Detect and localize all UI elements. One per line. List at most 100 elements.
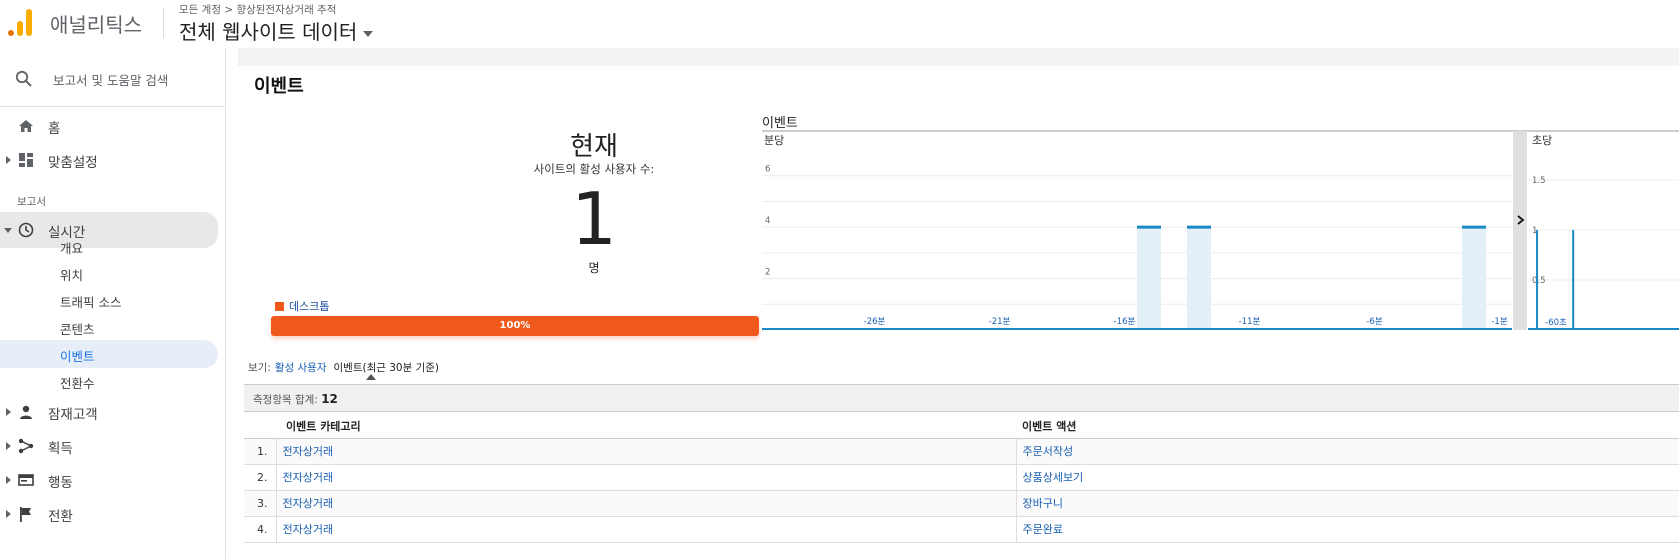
header-divider	[163, 8, 164, 38]
events-chart-svg: 분당246-26분 -21분 -16분 -11분 -6분 -1분초당0.511.5-60초	[762, 130, 1679, 330]
main-content: 이벤트 현재 사이트의 활성 사용자 수: 1 명 데스크톱 100% 분당 2 4…	[238, 48, 1679, 559]
sidebar-item-label: 획득	[48, 441, 73, 457]
row-category-link[interactable]: 전자상거래	[283, 471, 334, 484]
view-selector[interactable]: 전체 웹사이트 데이터	[179, 16, 374, 45]
sidebar-item-home[interactable]: 홈	[0, 112, 218, 140]
acquisition-icon	[18, 438, 34, 454]
view-prefix: 보기:	[248, 362, 271, 374]
row-category-link[interactable]: 전자상거래	[283, 497, 334, 510]
report-panel: 이벤트 현재 사이트의 활성 사용자 수: 1 명 데스크톱 100% 분당 2 4…	[238, 66, 1679, 559]
row-action-link[interactable]: 주문완료	[1023, 523, 1063, 536]
x-tick-label: -1분	[1491, 317, 1507, 327]
sidebar-item-behavior[interactable]: 행동	[0, 466, 218, 494]
event-bar-top	[1462, 225, 1486, 229]
events-table: 이벤트 카테고리 이벤트 액션 1. 전자상거래 주문서작성 2. 전자상거래 …	[244, 414, 1679, 543]
row-category-link[interactable]: 전자상거래	[283, 445, 334, 458]
chevron-right-icon	[6, 156, 11, 164]
sidebar-subitem-content[interactable]: 콘텐츠	[0, 313, 218, 341]
sidebar-subitem-label: 트래픽 소스	[60, 295, 122, 310]
legend-swatch	[275, 302, 284, 311]
sidebar: 보고서 및 도움말 검색 홈 맞춤설정 보고서 실시간 개요 위치 트래픽 소스…	[0, 48, 226, 559]
sidebar-item-audience[interactable]: 잠재고객	[0, 398, 218, 426]
chevron-right-icon	[6, 476, 11, 484]
sidebar-item-label: 행동	[48, 475, 73, 491]
total-label: 측정항목 합계:	[253, 394, 318, 406]
x-tick-label: -11분	[1239, 317, 1261, 327]
chart-subtitle-minute: 분당	[764, 134, 784, 147]
chart-title: 이벤트	[762, 116, 798, 131]
chevron-right-icon	[6, 442, 11, 450]
view-events-current[interactable]: 이벤트(최근 30분 기준)	[334, 362, 440, 374]
x-tick-label: -16분	[1114, 317, 1136, 327]
active-users-count: 1	[571, 177, 617, 261]
sidebar-subitem-events[interactable]: 이벤트	[0, 340, 218, 368]
event-bar-top	[1137, 225, 1161, 229]
table-row: 1. 전자상거래 주문서작성	[244, 438, 1679, 465]
now-title: 현재	[570, 132, 618, 162]
event-bar	[1187, 227, 1211, 330]
view-active-users-link[interactable]: 활성 사용자	[275, 362, 327, 374]
row-action-link[interactable]: 상품상세보기	[1023, 471, 1084, 484]
x-tick-label: -21분	[989, 317, 1011, 327]
sidebar-subitem-overview[interactable]: 개요	[0, 232, 218, 260]
x-tick-label: -60초	[1545, 318, 1567, 328]
event-bar	[1137, 227, 1161, 330]
metric-total-bar: 측정항목 합계: 12	[244, 384, 1679, 412]
y-tick-label: 2	[765, 268, 770, 278]
table-header-row: 이벤트 카테고리 이벤트 액션	[244, 414, 1679, 439]
sidebar-subitem-label: 개요	[60, 241, 84, 256]
active-users-unit: 명	[588, 261, 600, 275]
y-tick-label: 1.5	[1532, 176, 1546, 186]
chevron-down-icon	[363, 30, 374, 37]
row-category-cell: 전자상거래	[276, 490, 1017, 517]
row-index: 3.	[244, 490, 277, 517]
sidebar-search[interactable]: 보고서 및 도움말 검색	[0, 48, 226, 107]
x-tick-label: -6분	[1366, 317, 1382, 327]
x-tick-label: -26분	[864, 317, 886, 327]
row-index: 1.	[244, 438, 277, 465]
table-header-action[interactable]: 이벤트 액션	[1016, 414, 1679, 439]
behavior-icon	[18, 474, 34, 486]
sidebar-subitem-locations[interactable]: 위치	[0, 259, 218, 287]
total-value: 12	[321, 392, 338, 406]
y-tick-label: 4	[765, 216, 770, 226]
app-name: 애널리틱스	[50, 13, 142, 37]
sidebar-subitem-traffic-sources[interactable]: 트래픽 소스	[0, 286, 218, 314]
top-header: 애널리틱스 모든 계정 > 향상된전자상거래 추적 전체 웹사이트 데이터	[0, 0, 1679, 48]
chart-subtitle-second: 초당	[1532, 134, 1552, 147]
row-category-link[interactable]: 전자상거래	[283, 523, 334, 536]
device-legend-label: 데스크톱	[289, 300, 330, 313]
sidebar-item-conversions[interactable]: 전환	[0, 500, 218, 528]
search-icon	[15, 70, 32, 87]
chart-separator	[1513, 131, 1527, 330]
sidebar-item-label: 홈	[48, 121, 61, 137]
table-row: 4. 전자상거래 주문완료	[244, 516, 1679, 543]
row-category-cell: 전자상거래	[276, 516, 1017, 543]
row-action-cell: 주문완료	[1016, 516, 1679, 543]
sidebar-item-acquisition[interactable]: 획득	[0, 432, 218, 460]
table-header-index	[244, 414, 276, 439]
sidebar-subitem-label: 콘텐츠	[60, 322, 95, 337]
table-row: 3. 전자상거래 장바구니	[244, 490, 1679, 517]
selected-view-indicator	[366, 374, 376, 380]
row-action-link[interactable]: 주문서작성	[1023, 445, 1074, 458]
sidebar-subitem-label: 이벤트	[60, 349, 95, 364]
row-category-cell: 전자상거래	[276, 438, 1017, 465]
event-bar-top	[1187, 225, 1211, 229]
breadcrumb[interactable]: 모든 계정 > 향상된전자상거래 추적	[179, 2, 336, 17]
row-action-link[interactable]: 장바구니	[1023, 497, 1063, 510]
analytics-logo-icon[interactable]	[8, 8, 34, 36]
table-header-category[interactable]: 이벤트 카테고리	[276, 414, 1016, 439]
row-action-cell: 상품상세보기	[1016, 464, 1679, 491]
reports-section-label: 보고서	[17, 196, 46, 208]
sidebar-item-label: 잠재고객	[48, 407, 98, 423]
chevron-right-icon	[6, 510, 11, 518]
now-subtitle: 사이트의 활성 사용자 수:	[533, 162, 655, 176]
sidebar-item-label: 전환	[48, 509, 73, 525]
sidebar-subitem-conversions[interactable]: 전환수	[0, 367, 218, 395]
chevron-right-icon	[6, 408, 11, 416]
dashboard-icon	[19, 153, 33, 167]
sidebar-item-customization[interactable]: 맞춤설정	[0, 146, 218, 174]
sidebar-subitem-label: 전환수	[60, 376, 95, 391]
sidebar-subitem-label: 위치	[60, 268, 84, 283]
